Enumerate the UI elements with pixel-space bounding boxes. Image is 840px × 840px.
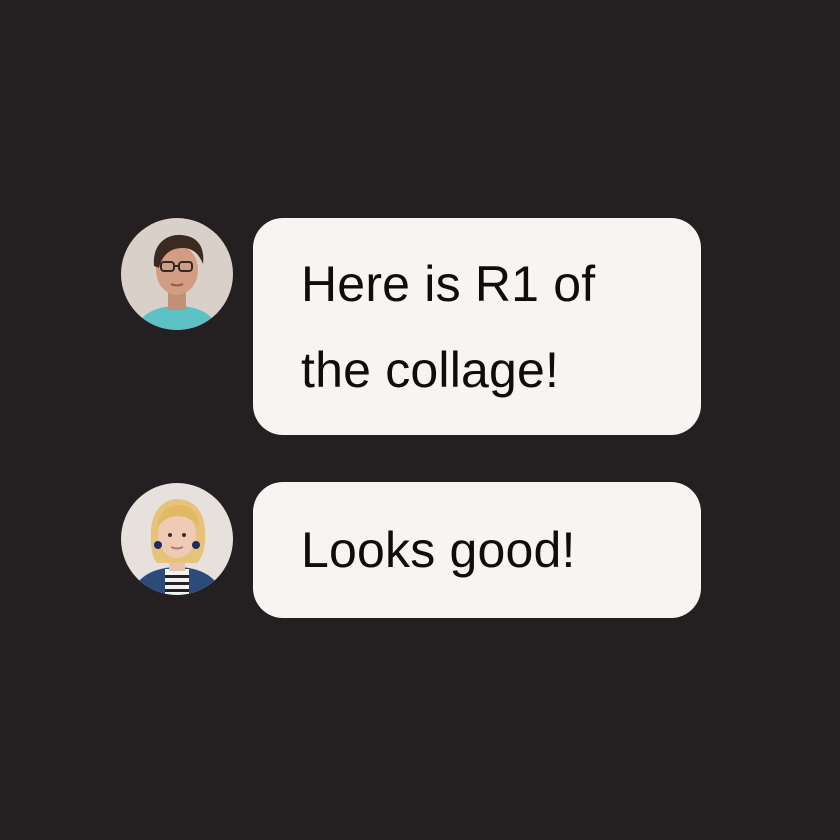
avatar[interactable]	[121, 483, 233, 595]
message-bubble: Here is R1 of the collage!	[253, 218, 701, 435]
woman-with-blonde-hair-avatar	[121, 483, 233, 595]
message-bubble: Looks good!	[253, 482, 701, 618]
man-with-glasses-avatar	[121, 218, 233, 330]
chat-thread: Here is R1 of the collage! Looks good!	[0, 0, 840, 840]
avatar[interactable]	[121, 218, 233, 330]
message-text: Looks good!	[301, 522, 576, 578]
message-text: Here is R1 of the collage!	[301, 255, 596, 398]
